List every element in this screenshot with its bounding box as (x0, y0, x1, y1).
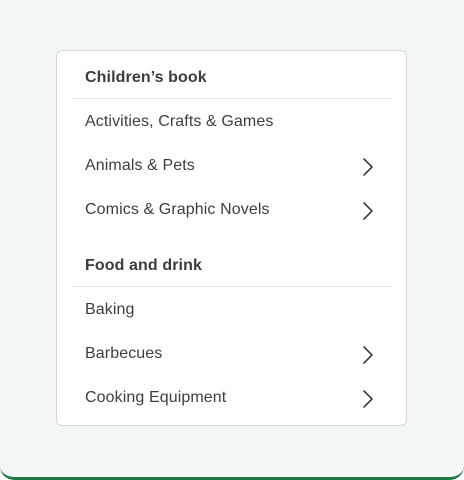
menu-item-comics-graphic-novels[interactable]: Comics & Graphic Novels (72, 189, 392, 233)
chevron-right-icon (363, 202, 373, 220)
menu-item-label: Activities, Crafts & Games (85, 113, 274, 130)
section-header-food-and-drink: Food and drink (72, 239, 392, 287)
menu-item-label: Comics & Graphic Novels (85, 201, 270, 218)
section-header-childrens-book: Children’s book (72, 51, 392, 99)
menu-item-label: Barbecues (85, 345, 163, 362)
chevron-right-icon (363, 158, 373, 176)
menu-item-barbecues[interactable]: Barbecues (72, 333, 392, 377)
menu-item-label: Cooking Equipment (85, 389, 227, 406)
chevron-right-icon (363, 390, 373, 408)
section-title: Food and drink (85, 257, 202, 274)
chevron-right-icon (363, 346, 373, 364)
section-title: Children’s book (85, 69, 207, 86)
menu-item-label: Animals & Pets (85, 157, 195, 174)
menu-item-label: Baking (85, 301, 135, 318)
menu-item-animals-pets[interactable]: Animals & Pets (72, 145, 392, 189)
menu-item-activities-crafts-games[interactable]: Activities, Crafts & Games (72, 101, 392, 145)
category-menu: Children’s book Activities, Crafts & Gam… (56, 50, 407, 426)
menu-item-baking[interactable]: Baking (72, 289, 392, 333)
panel-background: Children’s book Activities, Crafts & Gam… (0, 0, 464, 480)
menu-item-cooking-equipment[interactable]: Cooking Equipment (72, 377, 392, 421)
